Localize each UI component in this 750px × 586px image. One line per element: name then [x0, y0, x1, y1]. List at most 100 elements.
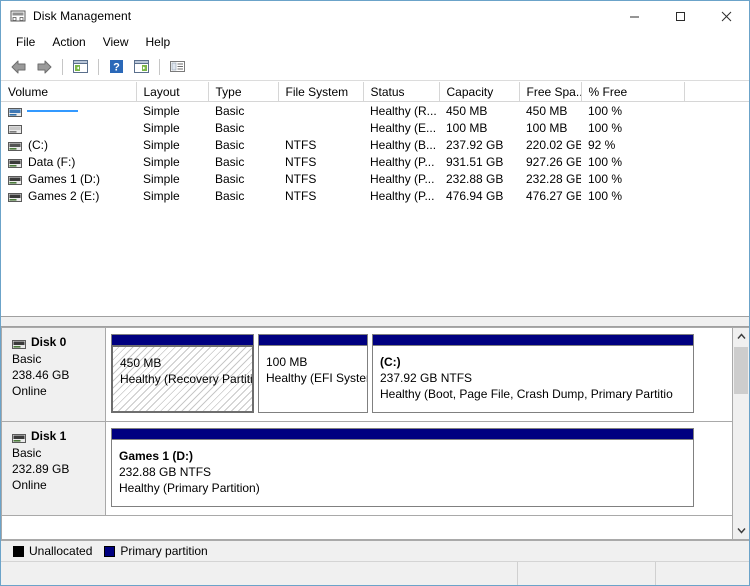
legend-item-primary-partition: Primary partition — [104, 544, 208, 558]
scroll-track[interactable] — [733, 345, 749, 522]
partition-details[interactable]: 100 MB Healthy (EFI System — [258, 345, 368, 413]
cell-filler — [684, 119, 749, 136]
menu-action[interactable]: Action — [44, 33, 94, 52]
show-hide-action-pane-icon — [133, 60, 149, 73]
volume-label: Data (F:) — [28, 154, 76, 169]
show-hide-console-tree-button[interactable] — [68, 56, 92, 78]
cell-filler — [684, 187, 749, 204]
disk-title: Disk 1 — [12, 429, 105, 443]
scroll-up-button[interactable] — [733, 328, 749, 345]
table-row[interactable]: Simple Basic Healthy (R... 450 MB 450 MB… — [1, 102, 749, 120]
partition-details[interactable]: (C:) 237.92 GB NTFS Healthy (Boot, Page … — [372, 345, 694, 413]
disk-partitions: 450 MB Healthy (Recovery Partitio 100 MB… — [106, 328, 732, 421]
cell-free-space: 450 MB — [526, 103, 568, 118]
properties-icon — [169, 61, 185, 72]
maximize-button[interactable] — [657, 1, 703, 31]
disk-name: Disk 1 — [31, 429, 67, 443]
back-arrow-icon — [11, 60, 26, 73]
cell-free-space: 232.28 GB — [526, 171, 581, 186]
table-row[interactable]: Games 1 (D:) Simple Basic NTFS Healthy (… — [1, 170, 749, 187]
cell-filler — [684, 170, 749, 187]
status-segment-main — [1, 562, 518, 585]
help-button[interactable]: ? — [104, 56, 128, 78]
cell-free-space: 220.02 GB — [526, 137, 581, 152]
cell-free-space: 100 MB — [526, 120, 568, 135]
cell-file-system — [278, 102, 363, 120]
partition-block[interactable]: 100 MB Healthy (EFI System — [258, 334, 368, 413]
properties-button[interactable] — [165, 56, 189, 78]
status-segment-tertiary — [656, 562, 749, 585]
scroll-thumb[interactable] — [734, 347, 748, 394]
cell-volume[interactable]: Games 1 (D:) — [1, 170, 136, 187]
menu-help[interactable]: Help — [138, 33, 180, 52]
cell-volume[interactable]: (C:) — [1, 136, 136, 153]
show-hide-action-pane-button[interactable] — [129, 56, 153, 78]
status-bar — [1, 561, 749, 585]
graphical-view-scrollbar[interactable] — [732, 327, 749, 540]
minimize-button[interactable] — [611, 1, 657, 31]
partition-block[interactable]: Games 1 (D:) 232.88 GB NTFS Healthy (Pri… — [111, 428, 694, 507]
column-header-type[interactable]: Type — [208, 82, 279, 102]
window-title: Disk Management — [33, 9, 132, 23]
partition-color-bar — [258, 334, 368, 345]
pane-splitter[interactable] — [1, 316, 749, 327]
volume-list-pane[interactable]: Volume Layout Type File System Status Ca… — [1, 81, 749, 316]
partition-label: (C:) — [380, 355, 401, 369]
cell-percent-free: 92 % — [588, 137, 616, 152]
table-row[interactable]: (C:) Simple Basic NTFS Healthy (B... 237… — [1, 136, 749, 153]
cell-status: Healthy (P... — [370, 188, 435, 203]
menu-view[interactable]: View — [95, 33, 138, 52]
table-row[interactable]: Simple Basic Healthy (E... 100 MB 100 MB… — [1, 119, 749, 136]
cell-capacity: 476.94 GB — [446, 188, 504, 203]
partition-label: Games 1 (D:) — [119, 449, 194, 463]
disk-kind: Basic — [12, 352, 42, 366]
menu-file[interactable]: File — [8, 33, 44, 52]
toolbar-separator-3 — [159, 58, 160, 75]
disk-info-panel[interactable]: Disk 1 Basic 232.89 GB Online — [2, 422, 106, 515]
disk-row[interactable]: Disk 1 Basic 232.89 GB Online Games 1 (D… — [2, 422, 732, 516]
cell-layout: Simple — [143, 120, 180, 135]
table-row[interactable]: Data (F:) Simple Basic NTFS Healthy (P..… — [1, 153, 749, 170]
disk-title: Disk 0 — [12, 335, 105, 349]
partition-details[interactable]: 450 MB Healthy (Recovery Partitio — [111, 345, 254, 413]
disk-info-panel[interactable]: Disk 0 Basic 238.46 GB Online — [2, 328, 106, 421]
cell-volume[interactable] — [1, 119, 136, 136]
back-button[interactable] — [7, 56, 31, 78]
cell-capacity: 237.92 GB — [446, 137, 504, 152]
partition-size: 232.88 GB NTFS — [119, 465, 212, 479]
column-header-layout[interactable]: Layout — [136, 82, 209, 102]
disk-kind: Basic — [12, 446, 42, 460]
column-header-file-system[interactable]: File System — [278, 82, 364, 102]
partition-color-bar — [372, 334, 694, 345]
column-header-volume[interactable]: Volume — [1, 82, 137, 102]
show-hide-console-tree-icon — [72, 60, 88, 73]
cell-layout: Simple — [143, 188, 180, 203]
close-button[interactable] — [703, 1, 749, 31]
column-header-status[interactable]: Status — [363, 82, 440, 102]
partition-block[interactable]: (C:) 237.92 GB NTFS Healthy (Boot, Page … — [372, 334, 694, 413]
cell-percent-free: 100 % — [588, 188, 623, 203]
disk-row[interactable]: Disk 0 Basic 238.46 GB Online 450 MB Hea… — [2, 328, 732, 422]
legend-label: Unallocated — [29, 544, 93, 558]
maximize-icon — [675, 11, 685, 21]
volume-drive-icon — [8, 157, 22, 168]
table-row[interactable]: Games 2 (E:) Simple Basic NTFS Healthy (… — [1, 187, 749, 204]
cell-volume[interactable]: Games 2 (E:) — [1, 187, 136, 204]
column-header-capacity[interactable]: Capacity — [439, 82, 520, 102]
partition-block[interactable]: 450 MB Healthy (Recovery Partitio — [111, 334, 254, 413]
cell-status: Healthy (B... — [370, 137, 437, 152]
legend: Unallocated Primary partition — [1, 540, 749, 561]
column-header-free-space[interactable]: Free Spa... — [519, 82, 582, 102]
status-segment-secondary — [518, 562, 656, 585]
cell-file-system — [278, 119, 363, 136]
partition-color-bar — [111, 428, 694, 439]
column-header-percent-free[interactable]: % Free — [581, 82, 685, 102]
cell-volume[interactable]: Data (F:) — [1, 153, 136, 170]
column-header-filler[interactable] — [684, 82, 749, 102]
cell-capacity: 450 MB — [446, 103, 488, 118]
cell-volume[interactable] — [1, 102, 136, 120]
forward-button[interactable] — [32, 56, 56, 78]
partition-status: Healthy (Boot, Page File, Crash Dump, Pr… — [380, 387, 673, 401]
scroll-down-button[interactable] — [733, 522, 749, 539]
partition-details[interactable]: Games 1 (D:) 232.88 GB NTFS Healthy (Pri… — [111, 439, 694, 507]
